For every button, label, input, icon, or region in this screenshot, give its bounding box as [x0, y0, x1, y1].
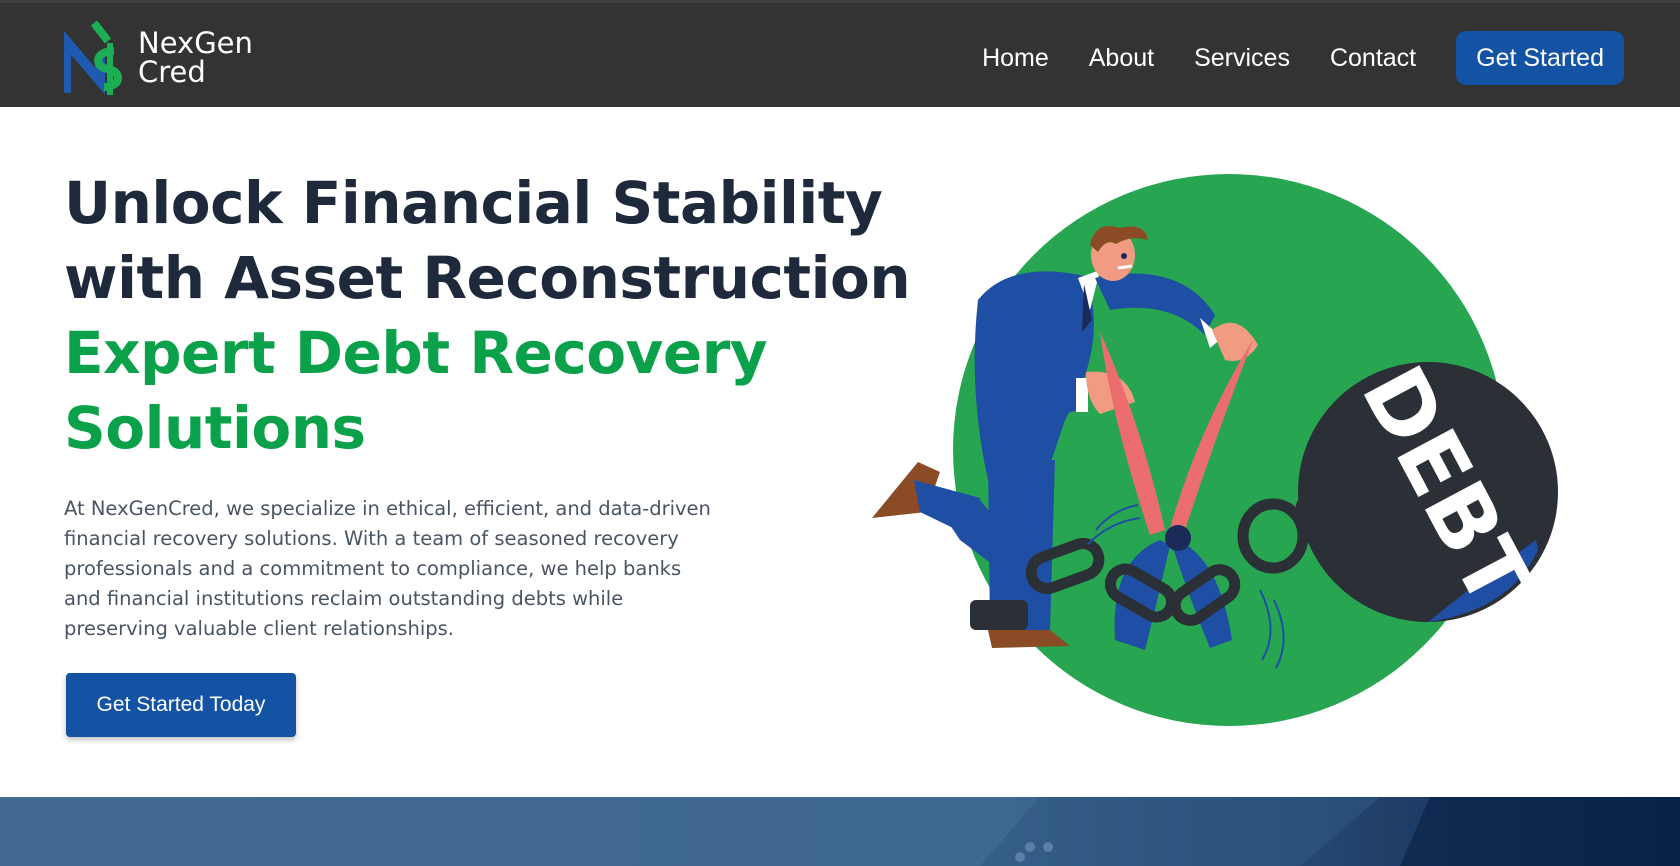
hero-title-line-2: with Asset Reconstruction	[64, 244, 911, 312]
scissors-pivot	[1165, 525, 1191, 551]
hero-title-line-1: Unlock Financial Stability	[64, 169, 883, 237]
nav-services[interactable]: Services	[1194, 44, 1290, 73]
get-started-button[interactable]: Get Started	[1456, 31, 1624, 85]
logo-mark-icon	[64, 21, 122, 95]
hero-highlight-line-1: Expert Debt Recovery	[64, 319, 768, 387]
next-section-banner	[0, 797, 1680, 866]
site-header: NexGen Cred Home About Services Contact …	[0, 0, 1680, 107]
hero-highlight-line-2: Solutions	[64, 394, 366, 462]
nav-about[interactable]: About	[1089, 44, 1154, 73]
logo-text: NexGen Cred	[138, 29, 253, 87]
get-started-today-button[interactable]: Get Started Today	[66, 673, 296, 737]
nav-home[interactable]: Home	[982, 44, 1049, 73]
logo-line-1: NexGen	[138, 26, 253, 60]
main-nav: Home About Services Contact Get Started	[982, 31, 1624, 85]
ankle-cuff	[970, 600, 1028, 630]
logo[interactable]: NexGen Cred	[64, 21, 253, 95]
debt-illustration: DEBT	[872, 174, 1558, 726]
hero-description: At NexGenCred, we specialize in ethical,…	[64, 497, 711, 640]
hero-title: Unlock Financial Stability with Asset Re…	[64, 166, 911, 466]
nav-contact[interactable]: Contact	[1330, 44, 1416, 73]
logo-line-2: Cred	[138, 55, 206, 89]
card-background-graphic	[980, 797, 1680, 866]
